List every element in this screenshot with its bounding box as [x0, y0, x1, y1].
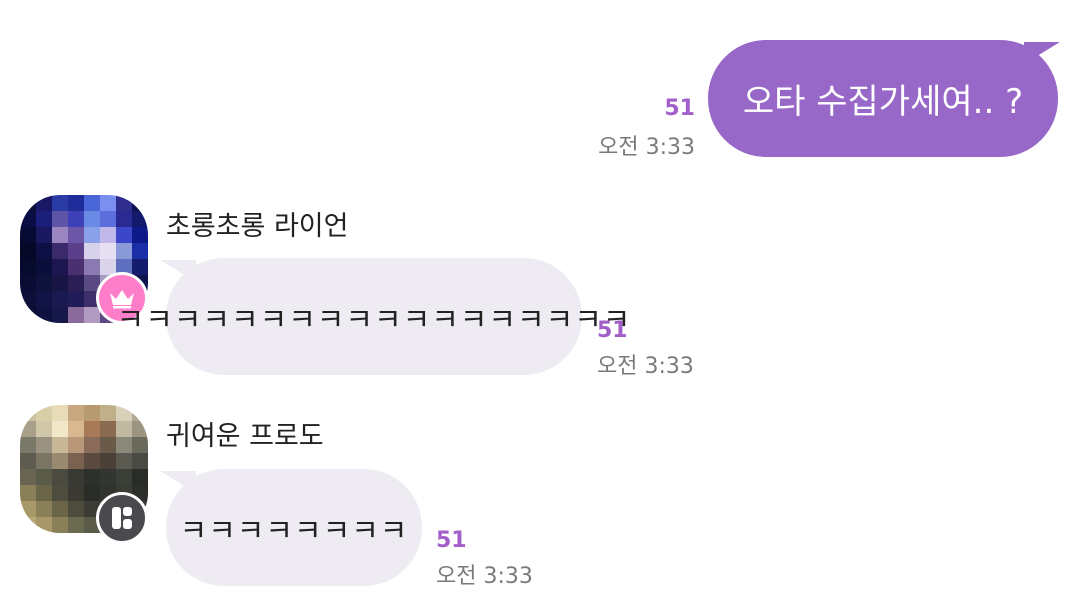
message-time: 오전 3:33 — [598, 135, 695, 160]
message-time: 오전 3:33 — [436, 564, 533, 589]
incoming-message: 초롱초롱 라이언 ㅋㅋㅋㅋㅋㅋㅋㅋㅋㅋㅋㅋㅋㅋㅋㅋㅋㅋ 51 오전 3:33 — [0, 190, 1080, 390]
sender-name[interactable]: 귀여운 프로도 — [166, 414, 324, 453]
outgoing-message-text: 오타 수집가세여.. ? — [742, 82, 1024, 122]
unread-count: 51 — [597, 318, 628, 343]
unread-count: 51 — [664, 96, 695, 121]
incoming-message-text: ㅋㅋㅋㅋㅋㅋㅋㅋㅋㅋㅋㅋㅋㅋㅋㅋㅋㅋ — [116, 302, 632, 338]
chat-view: 오타 수집가세여.. ? 51 오전 3:33 초롱초롱 라이언 ㅋㅋㅋㅋㅋㅋㅋ… — [0, 0, 1080, 604]
incoming-message-text: ㅋㅋㅋㅋㅋㅋㅋㅋ — [179, 513, 409, 549]
unread-count: 51 — [436, 528, 467, 553]
outgoing-message: 오타 수집가세여.. ? 51 오전 3:33 — [0, 0, 1080, 170]
incoming-message: 귀여운 프로도 ㅋㅋㅋㅋㅋㅋㅋㅋ 51 오전 3:33 — [0, 400, 1080, 600]
profile-card-icon — [112, 507, 132, 529]
message-time: 오전 3:33 — [597, 354, 694, 379]
profile-badge — [96, 492, 148, 544]
sender-name[interactable]: 초롱초롱 라이언 — [166, 204, 348, 243]
